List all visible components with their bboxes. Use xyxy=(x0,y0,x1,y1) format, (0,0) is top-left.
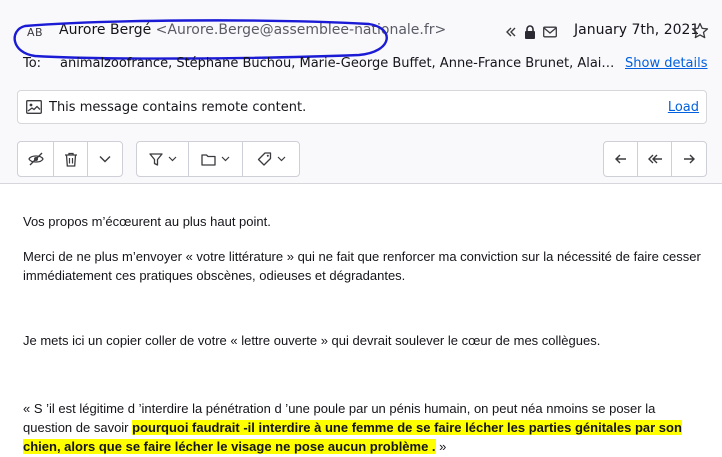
sender-email[interactable]: <Aurore.Berge@assemblee-nationale.fr> xyxy=(156,22,447,38)
avatar: AB xyxy=(26,25,44,39)
star-icon[interactable] xyxy=(691,22,709,40)
reply-all-button[interactable] xyxy=(638,142,672,176)
tag-icon xyxy=(257,152,271,166)
chevron-down-icon xyxy=(221,156,230,162)
reply-all-icon xyxy=(647,154,662,164)
filter-icon xyxy=(148,152,163,166)
organize-group xyxy=(136,141,300,177)
move-to-folder-button[interactable] xyxy=(189,142,243,176)
message-tools-group xyxy=(17,141,123,177)
quoted-paragraph: « S ’il est légitime d ’interdire la pén… xyxy=(23,399,703,456)
from-row: AB Aurore Bergé <Aurore.Berge@assemblee-… xyxy=(0,14,722,60)
reply-button[interactable] xyxy=(604,142,638,176)
body-paragraph: Je mets ici un copier coller de votre « … xyxy=(23,333,601,348)
recipient-list[interactable]: animalzoofrance, Stéphane Buchou, Marie-… xyxy=(60,56,617,71)
message-date: January 7th, 2021 xyxy=(574,22,700,38)
delete-button[interactable] xyxy=(54,142,88,176)
chevron-down-icon xyxy=(99,156,111,163)
chevron-down-icon xyxy=(277,156,285,162)
sender[interactable]: Aurore Bergé <Aurore.Berge@assemblee-nat… xyxy=(59,22,446,38)
filter-button[interactable] xyxy=(137,142,189,176)
sender-name[interactable]: Aurore Bergé xyxy=(59,22,151,38)
reply-group xyxy=(603,141,707,177)
forward-icon xyxy=(684,154,695,164)
folder-icon xyxy=(201,153,216,166)
message-action-icons xyxy=(500,22,560,42)
reply-all-icon[interactable] xyxy=(500,22,520,42)
lock-icon xyxy=(520,22,540,42)
trash-icon xyxy=(64,152,77,167)
envelope-icon[interactable] xyxy=(540,22,560,42)
more-actions-button[interactable] xyxy=(88,142,122,176)
tag-button[interactable] xyxy=(243,142,299,176)
remote-content-bar: This message contains remote content. Lo… xyxy=(17,90,707,124)
hide-button[interactable] xyxy=(18,142,54,176)
remote-content-message: This message contains remote content. xyxy=(49,100,307,115)
forward-button[interactable] xyxy=(672,142,706,176)
load-remote-content-link[interactable]: Load xyxy=(668,100,699,115)
recipients-row: To: animalzoofrance, Stéphane Buchou, Ma… xyxy=(0,55,722,75)
chevron-down-icon xyxy=(168,156,176,162)
show-details-link[interactable]: Show details xyxy=(625,56,708,71)
reply-icon xyxy=(614,154,626,164)
body-paragraph: Vos propos m’écœurent au plus haut point… xyxy=(23,214,271,229)
body-paragraph: Merci de ne plus m’envoyer « votre litté… xyxy=(23,249,701,283)
image-icon xyxy=(26,100,42,114)
message-header: AB Aurore Bergé <Aurore.Berge@assemblee-… xyxy=(0,0,722,184)
quote-end: » xyxy=(435,439,447,454)
hide-icon xyxy=(27,152,44,166)
to-label: To: xyxy=(23,56,42,71)
